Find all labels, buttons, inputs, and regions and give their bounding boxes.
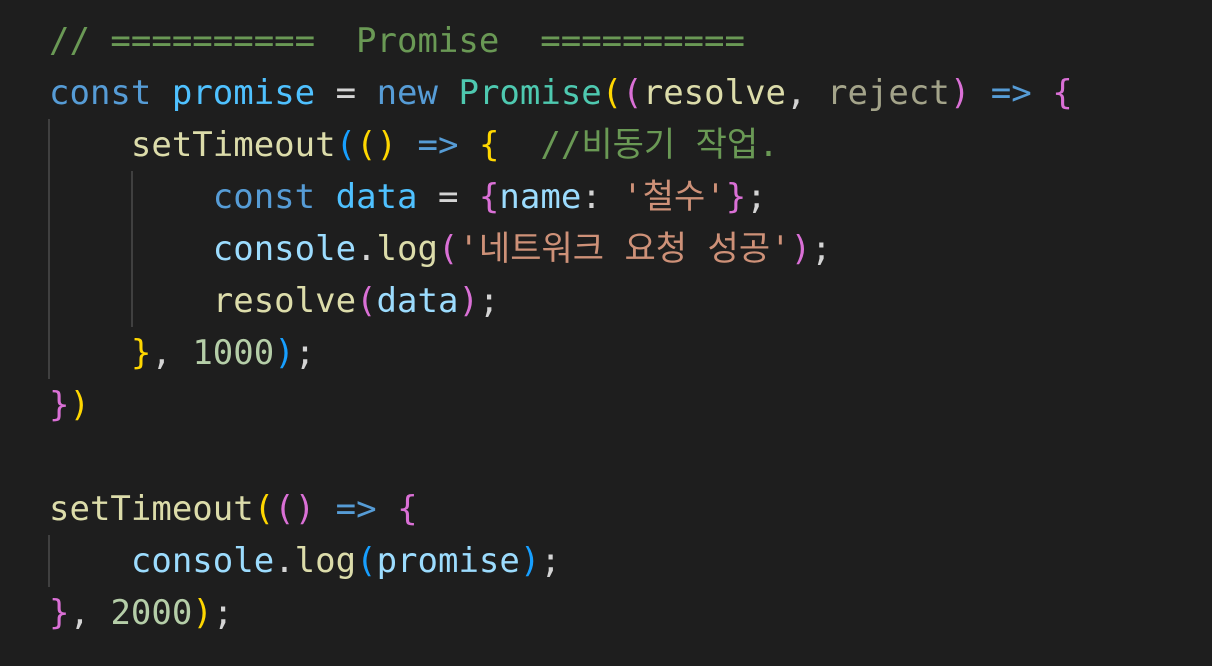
code-token: '네트워크 요청 성공'	[458, 229, 791, 269]
code-token: '철수'	[622, 177, 726, 217]
code-token: )	[458, 281, 479, 321]
code-token: (	[601, 73, 623, 113]
code-token: ()	[274, 489, 316, 529]
code-line[interactable]: const data = {name: '철수'};	[49, 171, 1073, 223]
code-token: (	[356, 541, 377, 581]
code-token: )	[790, 229, 812, 269]
code-token: )	[949, 73, 971, 113]
code-token: name	[499, 177, 582, 217]
code-token: ,	[69, 593, 111, 633]
code-token: (	[356, 281, 377, 321]
code-line[interactable]: })	[49, 379, 1073, 431]
code-token: data	[335, 177, 418, 217]
code-token: =>	[417, 125, 459, 165]
code-token: (	[622, 73, 643, 113]
code-token: {	[478, 177, 500, 217]
code-token: //비동기 작업.	[540, 125, 779, 165]
code-token: =	[417, 177, 479, 217]
code-line[interactable]: resolve(data);	[49, 275, 1073, 327]
code-token: promise	[171, 73, 316, 113]
code-token: :	[581, 177, 623, 217]
code-token: )	[519, 541, 541, 581]
code-token: data	[376, 281, 459, 321]
code-token: .	[274, 541, 295, 581]
code-token: .	[356, 229, 377, 269]
code-token: )	[69, 385, 90, 425]
code-token: setTimeout	[49, 489, 254, 529]
code-token: console	[212, 229, 357, 269]
code-line[interactable]: setTimeout(() => {	[49, 483, 1073, 535]
code-token: 1000	[192, 333, 275, 373]
code-token: ,	[786, 73, 827, 113]
code-token: )	[274, 333, 295, 373]
code-line[interactable]: }, 1000);	[49, 327, 1073, 379]
code-line[interactable]: console.log('네트워크 요청 성공');	[49, 223, 1073, 275]
code-token: Promise	[458, 73, 602, 113]
code-token: }	[49, 385, 70, 425]
code-token: (	[335, 125, 357, 165]
code-token: ;	[540, 541, 561, 581]
code-line[interactable]: }, 2000);	[49, 587, 1073, 639]
code-token: reject	[826, 73, 950, 113]
code-line[interactable]: // ========== Promise ==========	[49, 15, 1073, 67]
code-token: new	[376, 73, 438, 113]
code-token: }	[725, 177, 747, 217]
code-token: ,	[151, 333, 193, 373]
code-content[interactable]: // ========== Promise ========== const pr…	[49, 15, 1073, 639]
code-token: log	[294, 541, 357, 581]
code-token: 2000	[110, 593, 193, 633]
code-line[interactable]: setTimeout(() => { //비동기 작업.	[49, 119, 1073, 171]
code-token: console	[130, 541, 275, 581]
code-token: // ========== Promise ==========	[49, 21, 745, 61]
code-line[interactable]	[49, 431, 1073, 483]
code-token: =>	[335, 489, 377, 529]
code-token: setTimeout	[130, 125, 336, 165]
code-token: log	[376, 229, 438, 269]
code-token: resolve	[212, 281, 357, 321]
code-token: ;	[746, 177, 767, 217]
code-token: )	[192, 593, 213, 633]
code-token: ;	[294, 333, 316, 373]
code-token: ;	[811, 229, 832, 269]
code-line[interactable]: const promise = new Promise((resolve, re…	[49, 67, 1073, 119]
code-token: resolve	[642, 73, 787, 113]
code-token: =>	[990, 73, 1032, 113]
code-token: }	[130, 333, 152, 373]
code-token: ()	[356, 125, 398, 165]
code-token: =	[315, 73, 377, 113]
code-token: {	[478, 125, 500, 165]
code-token: {	[397, 489, 418, 529]
code-token: (	[253, 489, 275, 529]
code-line[interactable]: console.log(promise);	[49, 535, 1073, 587]
code-token: promise	[376, 541, 520, 581]
code-token: const	[49, 73, 152, 113]
code-editor[interactable]: // ========== Promise ========== const pr…	[0, 0, 1212, 666]
code-token: (	[437, 229, 459, 269]
code-token: {	[1052, 73, 1073, 113]
code-token: const	[212, 177, 316, 217]
code-token: ;	[212, 593, 234, 633]
code-token: ;	[478, 281, 500, 321]
code-token: }	[49, 593, 70, 633]
